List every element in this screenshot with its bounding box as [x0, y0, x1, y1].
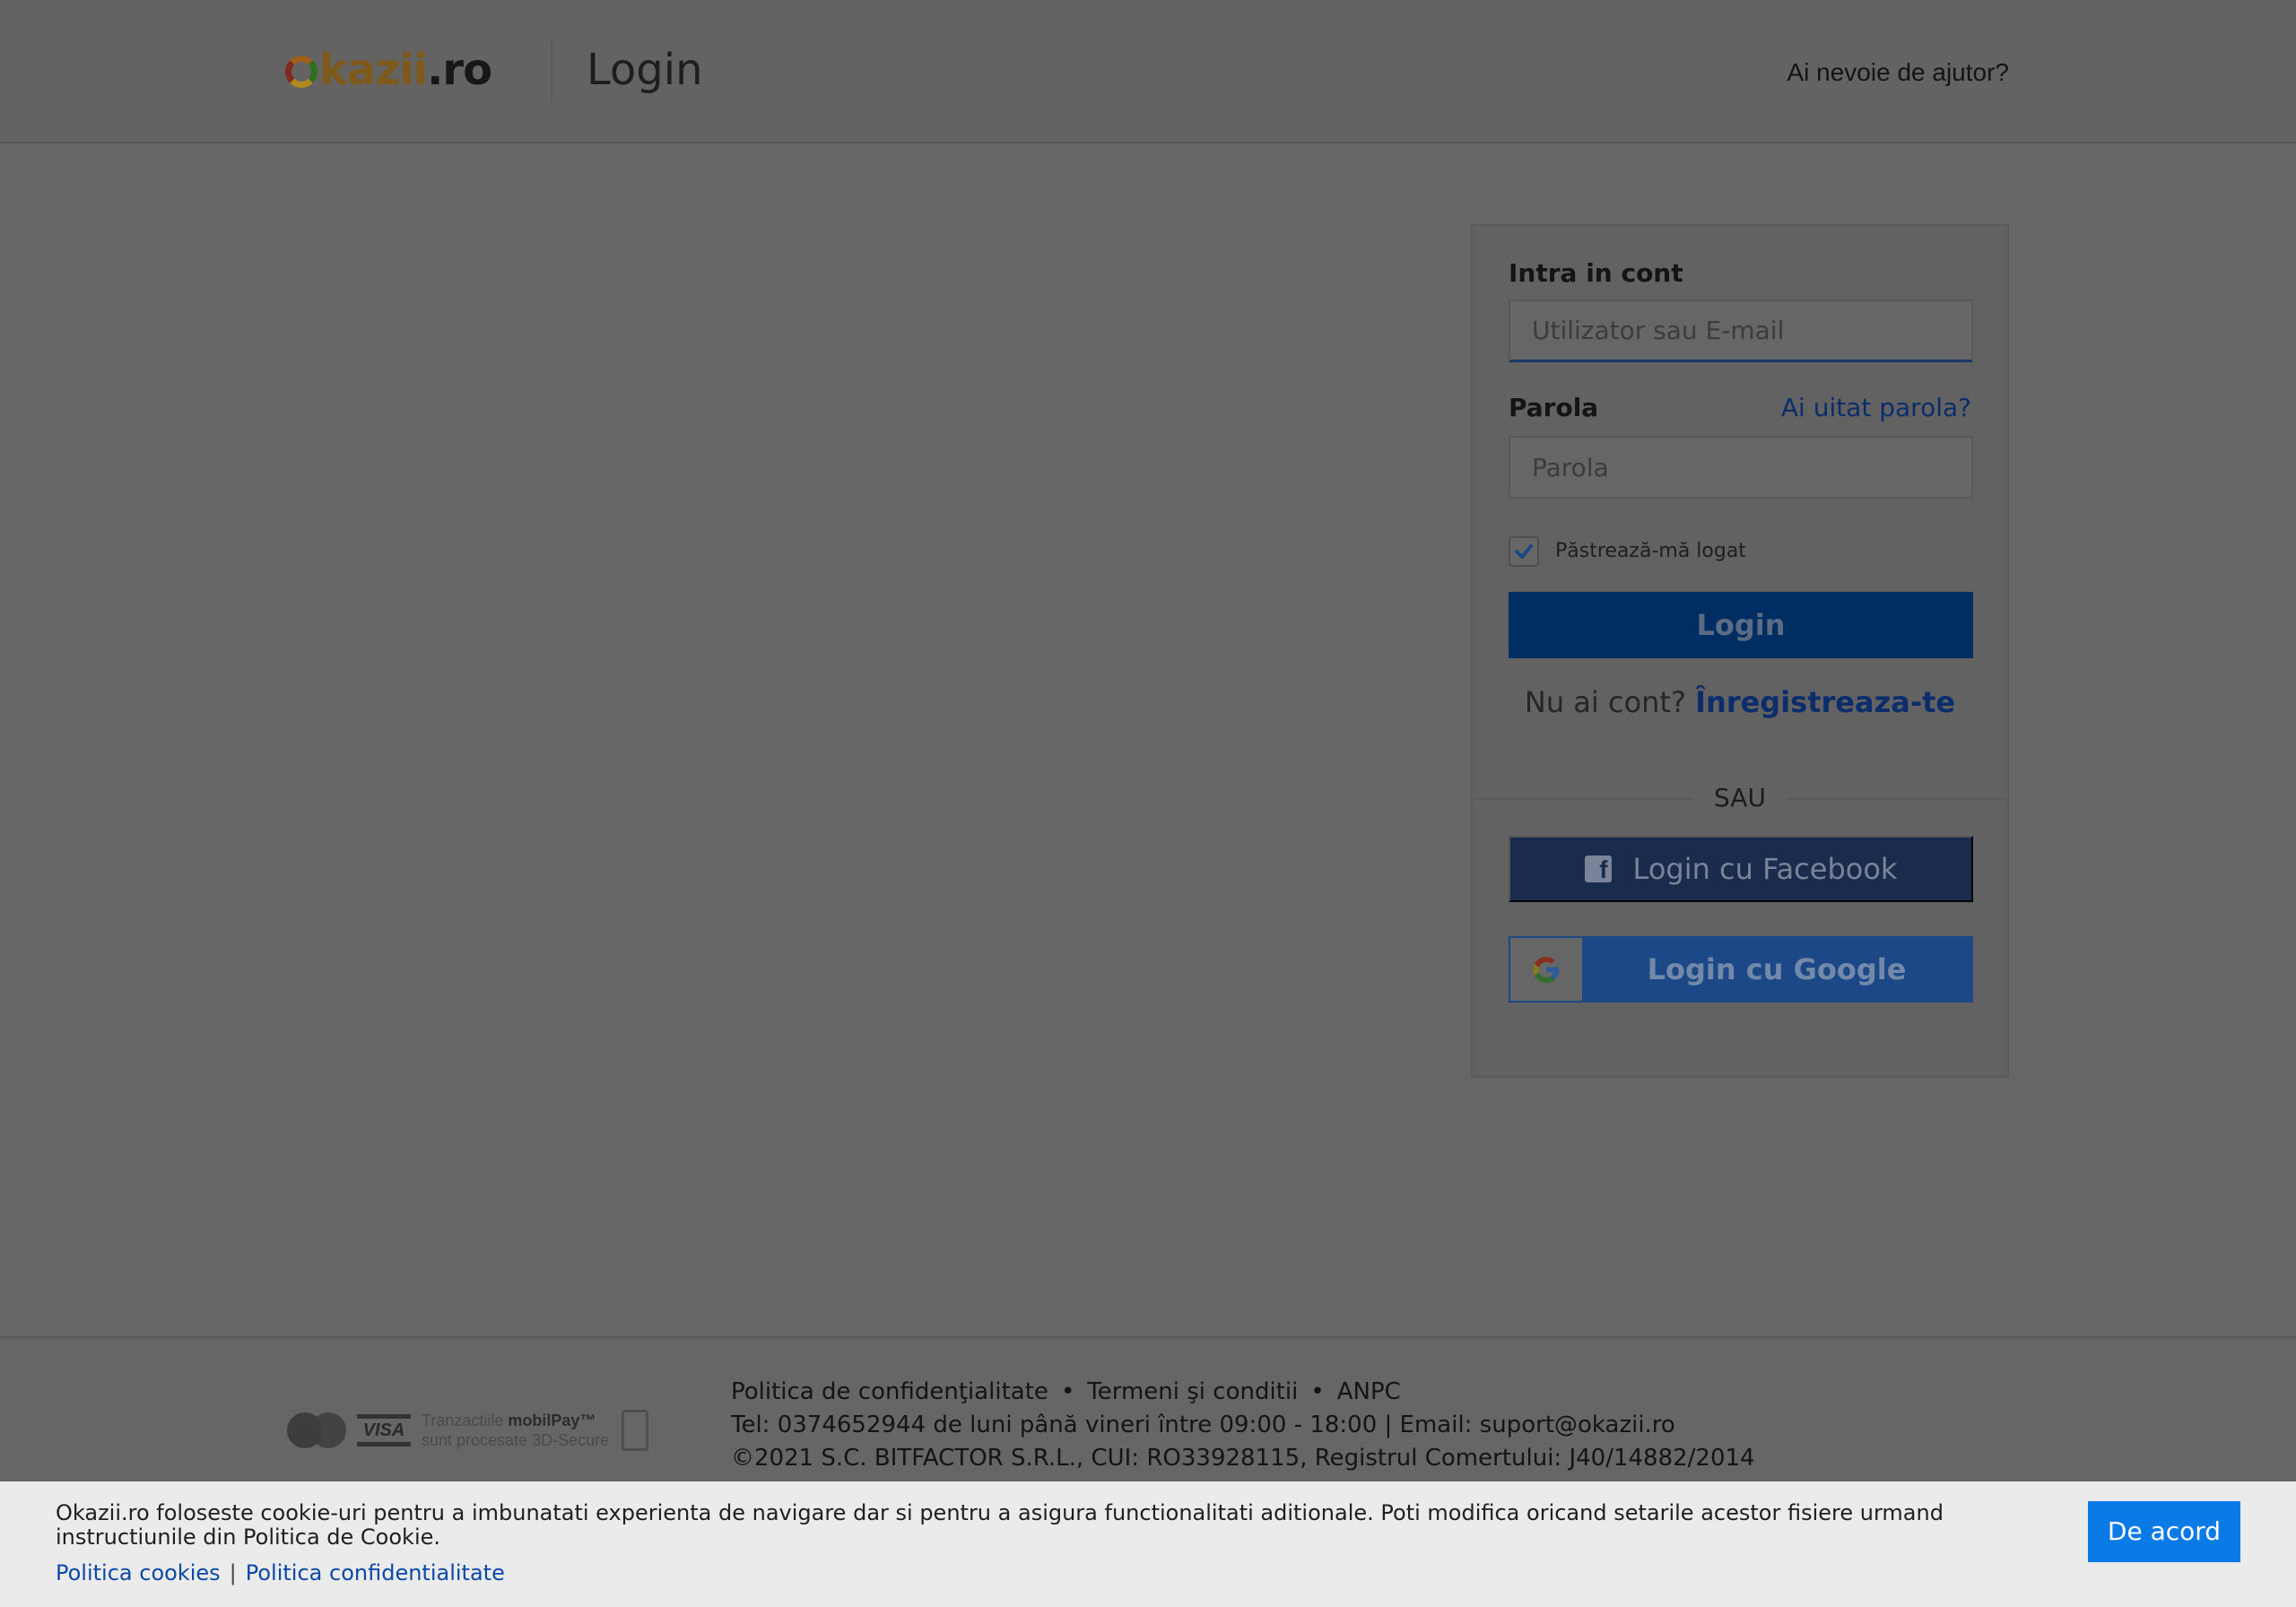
cookie-links: Politica cookies | Politica confidentialit…: [56, 1560, 505, 1585]
anpc-link[interactable]: ANPC: [1337, 1378, 1401, 1405]
help-link[interactable]: Ai nevoie de ajutor?: [1787, 57, 2009, 88]
password-label: Parola: [1509, 393, 1599, 422]
cookie-text: Okazii.ro foloseste cookie-uri pentru a …: [56, 1500, 1944, 1550]
forgot-password-link[interactable]: Ai uitat parola?: [1781, 393, 1971, 422]
logo-tld: .ro: [427, 45, 492, 95]
google-icon: [1510, 938, 1582, 1001]
cookie-policy-link[interactable]: Politica cookies: [56, 1560, 221, 1585]
remember-me-checkbox[interactable]: [1509, 536, 1539, 567]
cookie-link-separator: |: [229, 1560, 237, 1585]
facebook-icon: f: [1584, 856, 1612, 882]
payment-logos: VISA Tranzactiile mobilPay™ sunt procesa…: [287, 1406, 678, 1455]
login-button[interactable]: Login: [1509, 592, 1973, 658]
site-header: kazii .ro Login Ai nevoie de ajutor?: [0, 0, 2296, 143]
footer-text: Politica de confidenţialitate • Termeni şi…: [731, 1376, 1755, 1475]
google-button-label: Login cu Google: [1647, 952, 1907, 986]
no-account-text: Nu ai cont?: [1524, 685, 1686, 719]
lock-icon: [622, 1410, 649, 1451]
facebook-login-button[interactable]: f Login cu Facebook: [1509, 836, 1973, 902]
page-title: Login: [587, 45, 703, 95]
okazii-logo-ring-icon: [285, 56, 317, 88]
username-input[interactable]: [1509, 300, 1973, 362]
facebook-button-label: Login cu Facebook: [1632, 852, 1898, 886]
footer-links: Politica de confidenţialitate • Termeni şi…: [731, 1378, 1401, 1405]
remember-me-label[interactable]: Păstrează-mă logat: [1555, 538, 1746, 565]
or-separator: SAU: [1693, 782, 1787, 814]
register-prompt: Nu ai cont? Înregistreaza-te: [1473, 685, 2007, 719]
agree-button[interactable]: De acord: [2088, 1501, 2240, 1562]
terms-link[interactable]: Termeni şi conditii: [1087, 1378, 1298, 1405]
password-input[interactable]: [1509, 436, 1973, 499]
cookie-banner: Okazii.ro foloseste cookie-uri pentru a …: [0, 1481, 2296, 1607]
okazii-logo[interactable]: kazii .ro: [285, 43, 492, 97]
check-icon: [1515, 544, 1533, 559]
privacy-link[interactable]: Politica confidentialitate: [246, 1560, 505, 1585]
visa-icon: VISA: [357, 1414, 411, 1446]
login-heading: Intra in cont: [1509, 258, 1683, 288]
mastercard-icon: [287, 1412, 348, 1448]
register-link[interactable]: Înregistreaza-te: [1695, 685, 1955, 719]
login-card: Intra in cont Parola Ai uitat parola? Pă…: [1471, 224, 2009, 1078]
copyright-line: ©2021 S.C. BITFACTOR S.R.L., CUI: RO3392…: [731, 1445, 1755, 1472]
google-login-button[interactable]: Login cu Google: [1509, 936, 1973, 1003]
mobilpay-text: Tranzactiile mobilPay™ sunt procesate 3D…: [422, 1412, 610, 1449]
logo-text: kazii: [319, 45, 428, 95]
header-divider: [551, 39, 552, 102]
contact-line: Tel: 0374652944 de luni până vineri într…: [731, 1412, 1675, 1438]
privacy-policy-link[interactable]: Politica de confidenţialitate: [731, 1378, 1048, 1405]
